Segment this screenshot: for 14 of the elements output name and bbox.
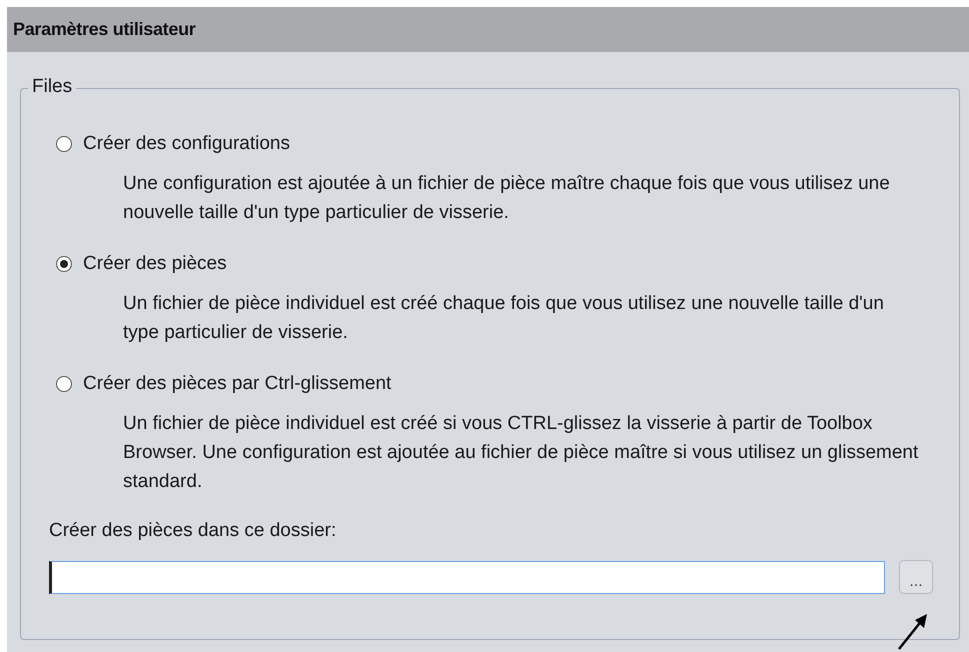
radio-button[interactable] — [56, 256, 72, 272]
option-label[interactable]: Créer des pièces — [83, 253, 227, 275]
folder-label: Créer des pièces dans ce dossier: — [49, 520, 338, 542]
option-description: Un fichier de pièce individuel est créé chaque fois que vous utilisez une nouvelle taille d'un type particulier de visserie. — [123, 292, 885, 345]
option-description: Un fichier de pièce individuel est créé si vous CTRL-glissez la visserie à partir de Toolbox Browser. Une configuration est ajoutée au fichier de pièce maître si vous utilisez un glissement standard. — [123, 412, 920, 494]
radio-button[interactable] — [56, 376, 72, 392]
option-description: Une configuration est ajoutée à un fichier de pièce maître chaque fois que vous utilisez une nouvelle taille d'un type particulier de visserie. — [123, 172, 891, 225]
browse-button[interactable]: ... — [899, 560, 933, 594]
radio-button[interactable] — [56, 136, 72, 152]
folder-field[interactable] — [49, 560, 885, 594]
option-label[interactable]: Créer des configurations — [83, 133, 290, 155]
arrow-annotation — [898, 614, 927, 650]
option-label[interactable]: Créer des pièces par Ctrl-glissement — [83, 373, 392, 395]
panel-title: Paramètres utilisateur — [7, 7, 969, 52]
